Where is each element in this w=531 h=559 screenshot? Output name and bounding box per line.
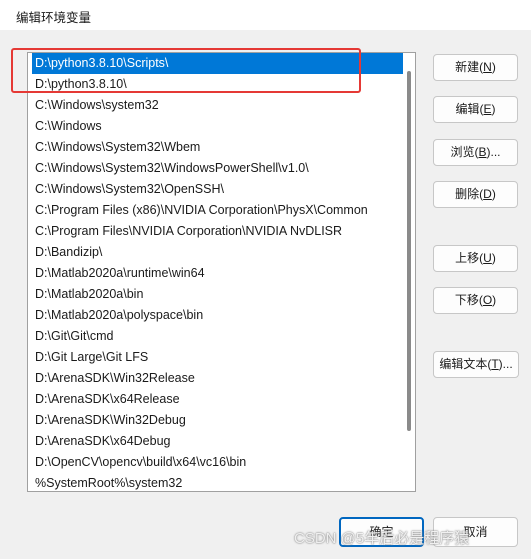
vertical-scrollbar[interactable]: [403, 53, 415, 491]
new-button-hotkey: N: [483, 60, 492, 74]
path-list-item[interactable]: C:\Windows\System32\OpenSSH\: [32, 179, 403, 200]
move-down-button[interactable]: 下移(O): [433, 287, 518, 314]
path-list-item[interactable]: D:\ArenaSDK\Win32Release: [32, 368, 403, 389]
move-down-button-label-end: ): [492, 293, 497, 307]
path-list-item[interactable]: D:\Matlab2020a\bin: [32, 284, 403, 305]
delete-button[interactable]: 删除(D): [433, 181, 518, 208]
path-list-item[interactable]: D:\Matlab2020a\runtime\win64: [32, 263, 403, 284]
browse-button-label: 浏览(: [450, 145, 479, 159]
path-list-item[interactable]: D:\OpenCV\opencv\build\x64\vc16\bin: [32, 452, 403, 473]
browse-button[interactable]: 浏览(B)...: [433, 139, 518, 166]
edit-text-button-label-end: )...: [498, 357, 513, 371]
path-list-item[interactable]: D:\python3.8.10\: [32, 74, 403, 95]
edit-button-label: 编辑(: [455, 102, 484, 116]
path-list-item[interactable]: D:\ArenaSDK\x64Release: [32, 389, 403, 410]
move-down-button-hotkey: O: [482, 293, 493, 307]
move-up-button-hotkey: U: [483, 251, 492, 265]
path-list-item[interactable]: C:\Windows: [32, 116, 403, 137]
path-list-item[interactable]: D:\ArenaSDK\Win32Debug: [32, 410, 403, 431]
path-listbox[interactable]: D:\python3.8.10\Scripts\ D:\python3.8.10\…: [27, 52, 416, 492]
edit-button-label-end: ): [491, 102, 496, 116]
edit-text-button-hotkey: T: [491, 357, 499, 371]
move-up-button[interactable]: 上移(U): [433, 245, 518, 272]
path-list-item[interactable]: C:\Windows\system32: [32, 95, 403, 116]
path-list-item[interactable]: C:\Program Files\NVIDIA Corporation\NVID…: [32, 221, 403, 242]
title-bar: 编辑环境变量: [0, 0, 531, 30]
move-down-button-label: 下移(: [454, 293, 483, 307]
path-list-item[interactable]: %SystemRoot%\system32: [32, 473, 403, 491]
move-up-button-label-end: ): [491, 251, 496, 265]
path-list-item[interactable]: C:\Windows\System32\Wbem: [32, 137, 403, 158]
path-list-item[interactable]: C:\Program Files (x86)\NVIDIA Corporatio…: [32, 200, 403, 221]
browse-button-hotkey: B: [478, 145, 487, 159]
path-list-item[interactable]: D:\Git\Git\cmd: [32, 326, 403, 347]
path-list-item[interactable]: C:\Windows\System32\WindowsPowerShell\v1…: [32, 158, 403, 179]
delete-button-label-end: ): [491, 187, 496, 201]
edit-button-hotkey: E: [483, 102, 492, 116]
new-button[interactable]: 新建(N): [433, 54, 518, 81]
path-list-item[interactable]: D:\Matlab2020a\polyspace\bin: [32, 305, 403, 326]
path-list-item[interactable]: D:\ArenaSDK\x64Debug: [32, 431, 403, 452]
delete-button-label: 删除(: [455, 187, 484, 201]
path-list-item[interactable]: D:\python3.8.10\Scripts\: [32, 53, 403, 74]
edit-button[interactable]: 编辑(E): [433, 96, 518, 123]
path-list[interactable]: D:\python3.8.10\Scripts\ D:\python3.8.10\…: [32, 53, 403, 491]
path-list-item[interactable]: D:\Bandizip\: [32, 242, 403, 263]
edit-text-button[interactable]: 编辑文本(T)...: [433, 351, 519, 378]
browse-button-label-end: )...: [486, 145, 501, 159]
move-up-button-label: 上移(: [455, 251, 484, 265]
edit-text-button-label: 编辑文本(: [439, 357, 492, 371]
new-button-label: 新建(: [455, 60, 484, 74]
path-list-item[interactable]: D:\Git Large\Git LFS: [32, 347, 403, 368]
delete-button-hotkey: D: [483, 187, 492, 201]
scrollbar-thumb[interactable]: [407, 71, 411, 431]
new-button-label-end: ): [491, 60, 496, 74]
watermark: CSDN @5年后必是程序猿: [294, 530, 470, 547]
window-title: 编辑环境变量: [16, 10, 92, 25]
